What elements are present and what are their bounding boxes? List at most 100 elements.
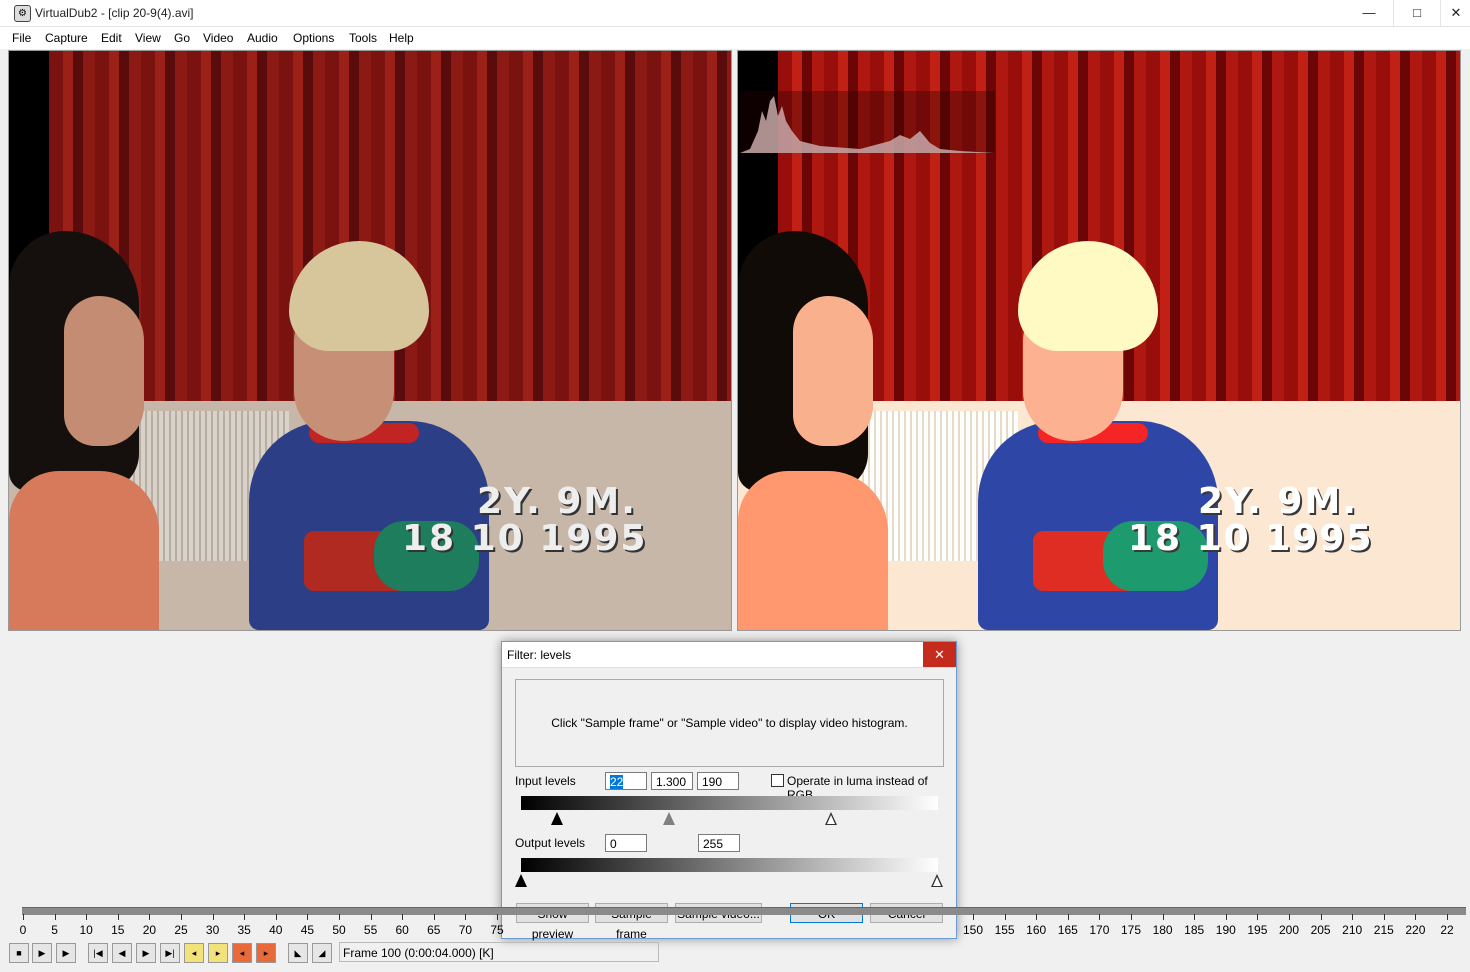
dialog-close-icon[interactable]: ✕ <box>923 642 956 667</box>
timeline-tick-label: 40 <box>269 923 283 937</box>
next-keyframe-icon[interactable]: ▸ <box>208 943 228 963</box>
input-high-marker[interactable] <box>825 812 837 825</box>
timeline-tick-label: 60 <box>395 923 409 937</box>
menu-go[interactable]: Go <box>174 31 190 45</box>
input-low-field[interactable]: 22 <box>605 772 647 790</box>
timeline-tick-label: 215 <box>1373 923 1394 937</box>
output-low-field[interactable]: 0 <box>605 834 647 852</box>
timeline-tick <box>370 914 372 920</box>
menu-file[interactable]: File <box>12 31 31 45</box>
timeline-tick-label: 160 <box>1026 923 1047 937</box>
output-high-marker[interactable] <box>931 874 943 887</box>
video-frame: 2Y. 9M. 18 10 1995 <box>9 51 731 630</box>
timeline-tick <box>1447 914 1448 920</box>
next-frame-icon[interactable]: ▶ <box>136 943 156 963</box>
prev-scene-icon[interactable]: ◂ <box>232 943 252 963</box>
timeline-tick-label: 25 <box>174 923 188 937</box>
timeline-tick <box>86 914 88 920</box>
timeline-tick-label: 155 <box>994 923 1015 937</box>
output-low-marker[interactable] <box>515 874 527 887</box>
input-gamma-field[interactable]: 1.300 <box>651 772 693 790</box>
timeline-track[interactable] <box>22 907 1466 915</box>
timeline-tick-label: 0 <box>19 923 27 937</box>
input-low-marker[interactable] <box>551 812 563 825</box>
timeline-tick-label: 45 <box>300 923 315 937</box>
input-video-pane[interactable]: 2Y. 9M. 18 10 1995 <box>8 50 732 631</box>
timeline-tick <box>54 914 56 920</box>
timeline-tick <box>402 914 404 920</box>
output-high-field[interactable]: 255 <box>698 834 740 852</box>
timeline-tick <box>1289 914 1290 920</box>
timeline-tick-label: 210 <box>1342 923 1363 937</box>
prev-frame-icon[interactable]: ◀ <box>112 943 132 963</box>
timeline-tick <box>1004 914 1006 920</box>
timeline-tick-label: 55 <box>363 923 378 937</box>
timeline-tick-label: 15 <box>111 923 125 937</box>
menu-video[interactable]: Video <box>203 31 233 45</box>
histogram-overlay <box>740 91 995 153</box>
timeline-tick <box>433 914 435 920</box>
timeline-tick-label: 150 <box>962 923 984 937</box>
timeline-tick <box>1162 914 1164 920</box>
menu-capture[interactable]: Capture <box>45 31 88 45</box>
menu-audio[interactable]: Audio <box>247 31 278 45</box>
levels-filter-dialog: Filter: levels ✕ Click "Sample frame" or… <box>501 641 957 941</box>
go-start-icon[interactable]: |◀ <box>88 943 108 963</box>
frame-status: Frame 100 (0:00:04.000) [K] <box>339 942 659 962</box>
menu-edit[interactable]: Edit <box>101 31 122 45</box>
mark-out-icon[interactable]: ◢ <box>312 943 332 963</box>
app-gear-icon: ⚙ <box>14 5 31 22</box>
go-end-icon[interactable]: ▶| <box>160 943 180 963</box>
timeline-tick <box>1225 914 1227 920</box>
timeline-tick-label: 205 <box>1310 923 1331 937</box>
timeline-tick <box>1383 914 1385 920</box>
timeline-tick <box>244 914 246 920</box>
timeline-tick-label: 185 <box>1184 923 1205 937</box>
timeline-tick <box>1036 914 1038 920</box>
menu-bar: File Capture Edit View Go Video Audio Op… <box>0 27 1470 49</box>
date-stamp-line1: 2Y. 9M. <box>477 481 637 522</box>
input-high-field[interactable]: 190 <box>697 772 739 790</box>
mark-in-icon[interactable]: ◣ <box>288 943 308 963</box>
timeline-tick-label: 70 <box>458 923 473 937</box>
menu-tools[interactable]: Tools <box>349 31 377 45</box>
next-scene-icon[interactable]: ▸ <box>256 943 276 963</box>
menu-view[interactable]: View <box>135 31 161 45</box>
play-input-icon[interactable]: ▶ <box>32 943 52 963</box>
timeline-tick <box>307 914 309 920</box>
timeline-tick <box>497 914 498 920</box>
close-icon[interactable]: ✕ <box>1440 0 1470 26</box>
input-gamma-marker[interactable] <box>663 812 675 825</box>
timeline-tick-label: 220 <box>1405 923 1426 937</box>
prev-keyframe-icon[interactable]: ◂ <box>184 943 204 963</box>
play-output-icon[interactable]: ▶ <box>56 943 76 963</box>
input-levels-label: Input levels <box>515 774 576 788</box>
timeline-tick-label: 175 <box>1120 923 1142 937</box>
title-bar: ⚙ VirtualDub2 - [clip 20-9(4).avi] — □ ✕ <box>0 0 1470 27</box>
histogram-area: Click "Sample frame" or "Sample video" t… <box>515 679 944 767</box>
woman-body <box>9 471 159 630</box>
luma-checkbox[interactable] <box>771 774 784 787</box>
timeline-tick-label: 200 <box>1278 923 1300 937</box>
output-video-pane[interactable]: 2Y. 9M. 18 10 1995 <box>737 50 1461 631</box>
timeline-tick <box>339 914 340 920</box>
window-title: VirtualDub2 - [clip 20-9(4).avi] <box>35 6 194 20</box>
timeline-tick-label: 22 <box>1440 923 1454 937</box>
timeline-tick <box>1257 914 1259 920</box>
menu-help[interactable]: Help <box>389 31 414 45</box>
timeline-tick-label: 195 <box>1247 923 1268 937</box>
timeline-tick-label: 180 <box>1152 923 1173 937</box>
timeline-tick <box>23 914 24 920</box>
dialog-title-bar[interactable]: Filter: levels ✕ <box>502 642 956 668</box>
minimize-icon[interactable]: — <box>1346 0 1392 26</box>
woman-face <box>64 296 144 446</box>
menu-options[interactable]: Options <box>293 31 334 45</box>
timeline-tick-label: 75 <box>490 923 504 937</box>
maximize-icon[interactable]: □ <box>1393 0 1440 26</box>
timeline-tick <box>275 914 277 920</box>
timeline-tick <box>117 914 119 920</box>
stop-icon[interactable]: ■ <box>9 943 29 963</box>
timeline-tick-label: 35 <box>237 923 251 937</box>
timeline-tick-label: 165 <box>1057 923 1078 937</box>
timeline-tick <box>1131 914 1132 920</box>
